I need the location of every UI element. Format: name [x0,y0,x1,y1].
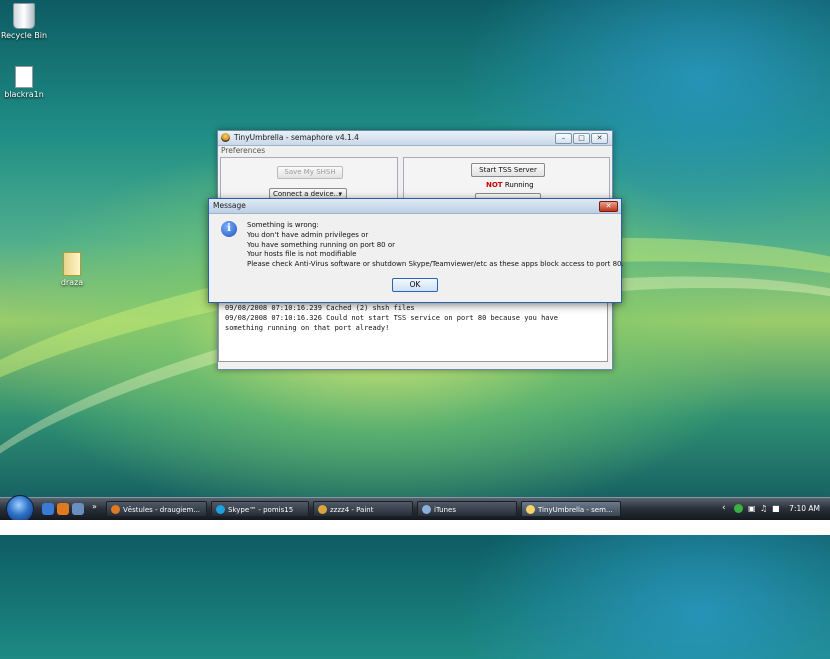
dialog-titlebar[interactable]: Message ✕ [209,199,621,214]
quicklaunch-overflow-icon[interactable]: » [92,502,97,511]
desktop-icon-label: draza [60,278,84,287]
message-line: Your hosts file is not modifiable [247,250,357,259]
close-button[interactable]: ✕ [591,133,608,144]
folder-icon [63,252,81,276]
firefox-icon[interactable] [57,503,69,515]
desktop-icon-label: Recycle Bin [0,31,48,40]
status-running: Running [504,181,534,189]
task-paint[interactable]: zzzz4 - Paint [313,501,413,517]
umbrella-icon [221,133,230,142]
task-label: Skype™ - pomis15 [228,506,294,514]
tray-status-icon[interactable] [734,504,743,513]
log-line: 09/08/2008 07:10:16.326 Could not start … [225,314,558,322]
maximize-button[interactable]: □ [573,133,590,144]
dialog-message: Something is wrong: You don't have admin… [247,221,624,270]
task-label: iTunes [434,506,456,514]
ie-icon[interactable] [42,503,54,515]
message-line: Please check Anti-Virus software or shut… [247,260,624,269]
task-label: TinyUmbrella - sem... [538,506,613,514]
taskbar: » Vēstules - draugiem... Skype™ - pomis1… [0,495,830,523]
network-icon[interactable]: ▣ [748,504,756,513]
message-line: You don't have admin privileges or [247,230,369,239]
window-title: TinyUmbrella - semaphore v4.1.4 [234,133,359,142]
task-skype[interactable]: Skype™ - pomis15 [211,501,309,517]
tray-app-icon[interactable]: ■ [772,504,780,513]
start-tss-button[interactable]: Start TSS Server [471,163,545,177]
status-not: NOT [486,181,503,189]
show-desktop-icon[interactable] [72,503,84,515]
log-line: something running on that port already! [225,324,390,332]
task-draugiem[interactable]: Vēstules - draugiem... [106,501,207,517]
dialog-close-button[interactable]: ✕ [599,201,618,212]
start-button[interactable] [6,495,34,523]
skype-icon [216,505,225,514]
log-output: 09/08/2008 07:10:16.239 Cached (2) shsh … [218,300,608,362]
system-tray: ‹ ▣ ♫ ■ 7:10 AM [722,498,830,520]
log-line: 09/08/2008 07:10:16.239 Cached (2) shsh … [225,304,415,312]
window-titlebar[interactable]: TinyUmbrella - semaphore v4.1.4 – □ ✕ [218,131,612,146]
menu-preferences[interactable]: Preferences [218,146,612,156]
desktop-icon-label: blackra1n [4,90,44,99]
umbrella-icon [526,505,535,514]
save-shsh-button[interactable]: Save My SHSH [277,166,343,179]
desktop-icon-blackra1n[interactable]: blackra1n [0,66,54,99]
task-itunes[interactable]: iTunes [417,501,517,517]
bottom-border [0,520,830,535]
message-line: Something is wrong: [247,221,319,229]
task-label: zzzz4 - Paint [330,506,374,514]
paint-icon [318,505,327,514]
task-tinyumbrella[interactable]: TinyUmbrella - sem... [521,501,621,517]
tray-expand-icon[interactable]: ‹ [722,503,726,513]
volume-icon[interactable]: ♫ [760,504,767,513]
recycle-bin-icon [13,3,35,29]
dialog-title: Message [213,201,246,210]
itunes-icon [422,505,431,514]
firefox-icon [111,505,120,514]
message-dialog: Message ✕ i Something is wrong: You don'… [208,198,624,303]
desktop-icon-recycle-bin[interactable]: Recycle Bin [0,3,54,40]
message-line: You have something running on port 80 or [247,240,396,249]
ok-button[interactable]: OK [392,278,438,292]
task-label: Vēstules - draugiem... [123,506,201,514]
left-panel: Save My SHSH Connect a device... ▾ [220,157,398,201]
desktop-icon-draza[interactable]: draza [42,252,102,287]
connect-device-label: Connect a device... [273,190,341,198]
info-icon: i [221,221,237,237]
clock[interactable]: 7:10 AM [789,504,820,513]
file-icon [15,66,33,88]
minimize-button[interactable]: – [555,133,572,144]
right-panel: Start TSS Server NOT Running [403,157,610,203]
tss-status: NOT Running [486,181,534,189]
